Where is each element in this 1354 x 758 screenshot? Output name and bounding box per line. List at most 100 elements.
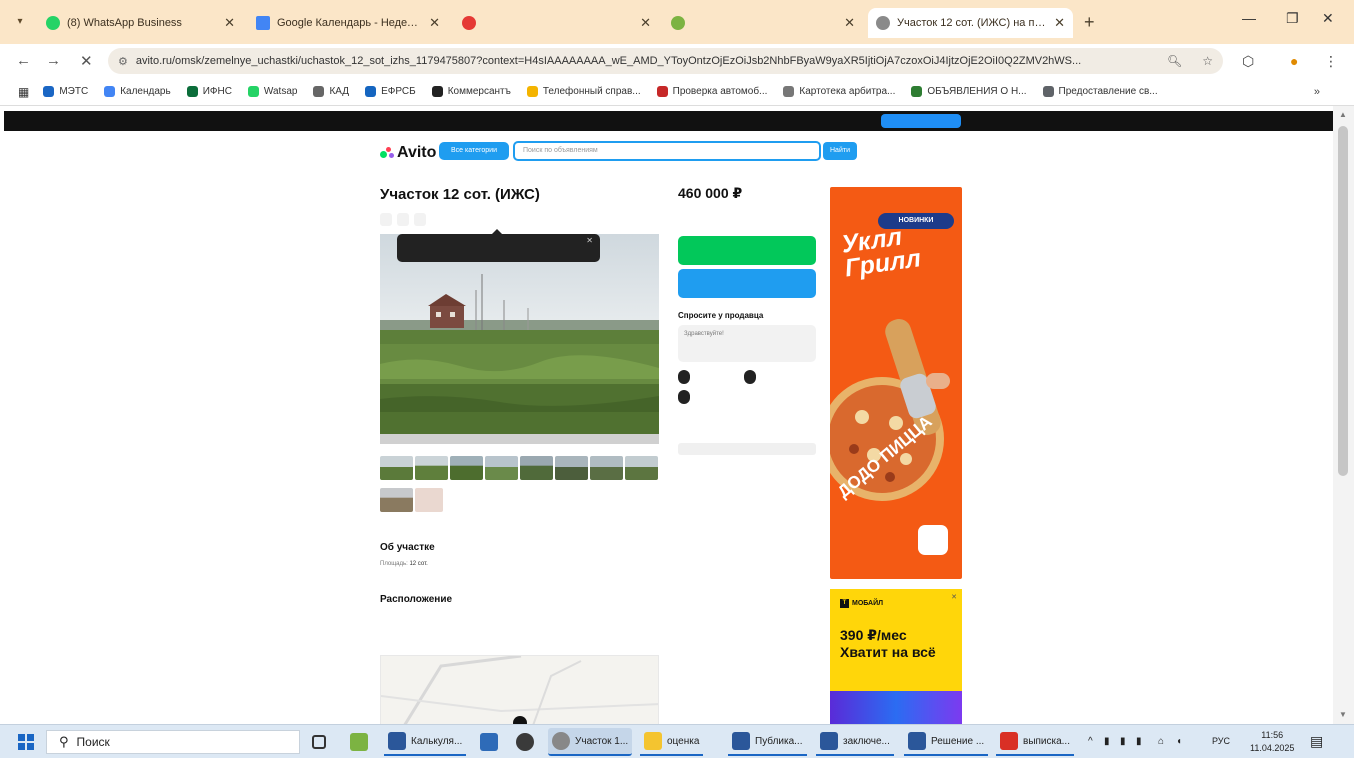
ad-close-icon[interactable]: ✕ — [951, 593, 957, 601]
bookmark-efrsb[interactable]: ЕФРСБ — [365, 86, 416, 97]
taskbar-pdf[interactable]: выписка... — [996, 728, 1074, 756]
taskbar-app[interactable] — [346, 728, 377, 756]
tab-google-calendar[interactable]: Google Календарь - Неделя 7 ✕ — [248, 8, 448, 38]
bookmark-watsap[interactable]: Watsap — [247, 86, 297, 97]
thumbnail[interactable] — [450, 456, 483, 480]
thumbnail[interactable] — [590, 456, 623, 480]
location-map[interactable] — [380, 655, 659, 724]
close-window-icon[interactable]: ✕ — [1322, 10, 1334, 27]
bookmark-kommersant[interactable]: Коммерсантъ — [431, 86, 511, 97]
avito-icon — [876, 16, 890, 30]
new-tab-icon[interactable]: + — [1084, 12, 1095, 33]
bookmark-calendar[interactable]: Календарь — [104, 86, 171, 97]
taskbar-chrome[interactable] — [512, 728, 543, 756]
tab-avito-search[interactable]: ✕ — [663, 8, 863, 38]
taskbar-calculator[interactable]: Калькуля... — [384, 728, 467, 756]
language-indicator[interactable]: РУС — [1212, 736, 1230, 746]
tray-chevron-icon[interactable]: ^ — [1088, 736, 1093, 747]
scroll-up-icon[interactable]: ▲ — [1339, 110, 1347, 119]
bookmark-announcements[interactable]: ОБЪЯВЛЕНИЯ О Н... — [911, 86, 1027, 97]
stop-icon[interactable]: ✕ — [80, 52, 93, 70]
taskbar-clock[interactable]: 11:56 11.04.2025 — [1250, 729, 1294, 755]
close-tab-icon[interactable]: ✕ — [640, 15, 651, 31]
compare-button[interactable] — [397, 213, 409, 226]
bookmark-car-check[interactable]: Проверка автомоб... — [656, 86, 767, 97]
taskbar-folder[interactable]: оценка — [640, 728, 704, 756]
thumbnail[interactable] — [520, 456, 553, 480]
minimize-icon[interactable]: — — [1242, 10, 1256, 26]
menu-icon[interactable]: ⋮ — [1324, 53, 1338, 70]
t-mobile-banner[interactable]: ✕ T МОБАЙЛ 390 ₽/мес Хватит на всё — [830, 589, 962, 724]
thumbnail[interactable] — [485, 456, 518, 480]
notifications-icon[interactable]: ▤ — [1310, 733, 1323, 750]
taskbar-word-2[interactable]: заключе... — [816, 728, 894, 756]
quick-question-chip[interactable] — [678, 390, 690, 404]
taskbar-word-3[interactable]: Решение ... — [904, 728, 989, 756]
main-photo[interactable] — [380, 234, 659, 444]
profile-icon[interactable]: ● — [1290, 53, 1298, 69]
tray-app-icon[interactable]: ▮ — [1120, 736, 1126, 747]
close-tab-icon[interactable]: ✕ — [224, 15, 235, 31]
bookmark-provision[interactable]: Предоставление св... — [1042, 86, 1158, 97]
tab-search-icon[interactable]: ▾ — [10, 12, 30, 32]
close-tab-icon[interactable]: ✕ — [429, 15, 440, 31]
tab-yandex[interactable]: ✕ — [454, 8, 659, 38]
post-ad-button[interactable] — [881, 114, 961, 128]
taskbar-app[interactable] — [476, 728, 507, 756]
ask-seller-input[interactable]: Здравствуйте! — [678, 325, 816, 362]
write-message-button[interactable] — [678, 269, 816, 298]
tab-avito-listing[interactable]: Участок 12 сот. (ИЖС) на про... ✕ — [868, 8, 1073, 38]
thumbnail[interactable] — [625, 456, 658, 480]
taskbar-browser-listing[interactable]: Участок 1... — [548, 728, 633, 756]
taskbar-search[interactable]: ⚲ Поиск — [46, 730, 300, 754]
dodo-logo-icon — [918, 525, 948, 555]
zoom-icon[interactable]: 🔍︎ — [1167, 54, 1182, 68]
tray-app-icon[interactable]: ▮ — [1136, 736, 1142, 747]
tray-app-icon[interactable]: ▮ — [1104, 736, 1110, 747]
volume-icon[interactable]: ◖ — [1176, 736, 1182, 747]
add-note-button[interactable] — [414, 213, 426, 226]
search-button[interactable]: Найти — [823, 142, 857, 160]
thumbnail[interactable] — [380, 488, 413, 512]
site-info-icon[interactable]: ⚙ — [118, 55, 128, 68]
thumbnail[interactable] — [415, 456, 448, 480]
close-tab-icon[interactable]: ✕ — [844, 15, 855, 31]
thumbnail-plan[interactable] — [415, 488, 443, 512]
bookmark-kad[interactable]: КАД — [313, 86, 349, 97]
forward-icon[interactable]: → — [46, 52, 61, 69]
page-scrollbar[interactable]: ▲ ▼ — [1333, 106, 1354, 724]
task-view-icon[interactable] — [308, 728, 335, 756]
windows-taskbar: ⚲ Поиск Калькуля... Участок 1... оценка … — [0, 724, 1354, 758]
search-input[interactable]: Поиск по объявлениям — [513, 141, 821, 161]
bookmark-arbitr[interactable]: Картотека арбитра... — [783, 86, 895, 97]
bookmark-star-icon[interactable]: ☆ — [1202, 54, 1213, 68]
quick-question-chip[interactable] — [744, 370, 756, 384]
bookmark-icon — [911, 86, 923, 97]
close-tab-icon[interactable]: ✕ — [1054, 15, 1065, 31]
restore-icon[interactable]: ❐ — [1286, 10, 1299, 27]
bookmark-mets[interactable]: МЭТС — [43, 86, 88, 97]
dodo-pizza-banner[interactable]: НОВИНКИ Уклл Грилл ДОДО ПИЦЦА — [830, 187, 962, 579]
bookmark-ifns[interactable]: ИФНС — [186, 86, 232, 97]
taskbar-word-1[interactable]: Публика... — [728, 728, 807, 756]
quick-question-chip[interactable] — [678, 370, 690, 384]
avito-logo[interactable]: Avito — [380, 144, 436, 162]
scrollbar-thumb[interactable] — [1338, 126, 1348, 476]
address-bar[interactable]: ⚙ avito.ru/omsk/zemelnye_uchastki/uchast… — [108, 48, 1223, 74]
more-bookmarks-icon[interactable]: » — [1314, 86, 1320, 98]
windows-start-icon[interactable] — [18, 734, 34, 750]
add-to-favorites-button[interactable] — [380, 213, 392, 226]
show-phone-button[interactable] — [678, 236, 816, 265]
thumbnail[interactable] — [555, 456, 588, 480]
apps-grid-icon[interactable]: ▦ — [18, 85, 29, 99]
extensions-icon[interactable]: ⬡ — [1242, 53, 1254, 70]
close-tooltip-icon[interactable]: ✕ — [586, 237, 593, 245]
network-icon[interactable]: ⌂ — [1158, 736, 1164, 747]
tab-whatsapp[interactable]: (8) WhatsApp Business ✕ — [38, 8, 243, 38]
all-categories-button[interactable]: Все категории — [439, 142, 509, 160]
scroll-down-icon[interactable]: ▼ — [1339, 710, 1347, 719]
seller-ads-button[interactable] — [678, 443, 816, 455]
back-icon[interactable]: ← — [16, 52, 31, 69]
bookmark-phonebook[interactable]: Телефонный справ... — [526, 86, 641, 97]
thumbnail[interactable] — [380, 456, 413, 480]
